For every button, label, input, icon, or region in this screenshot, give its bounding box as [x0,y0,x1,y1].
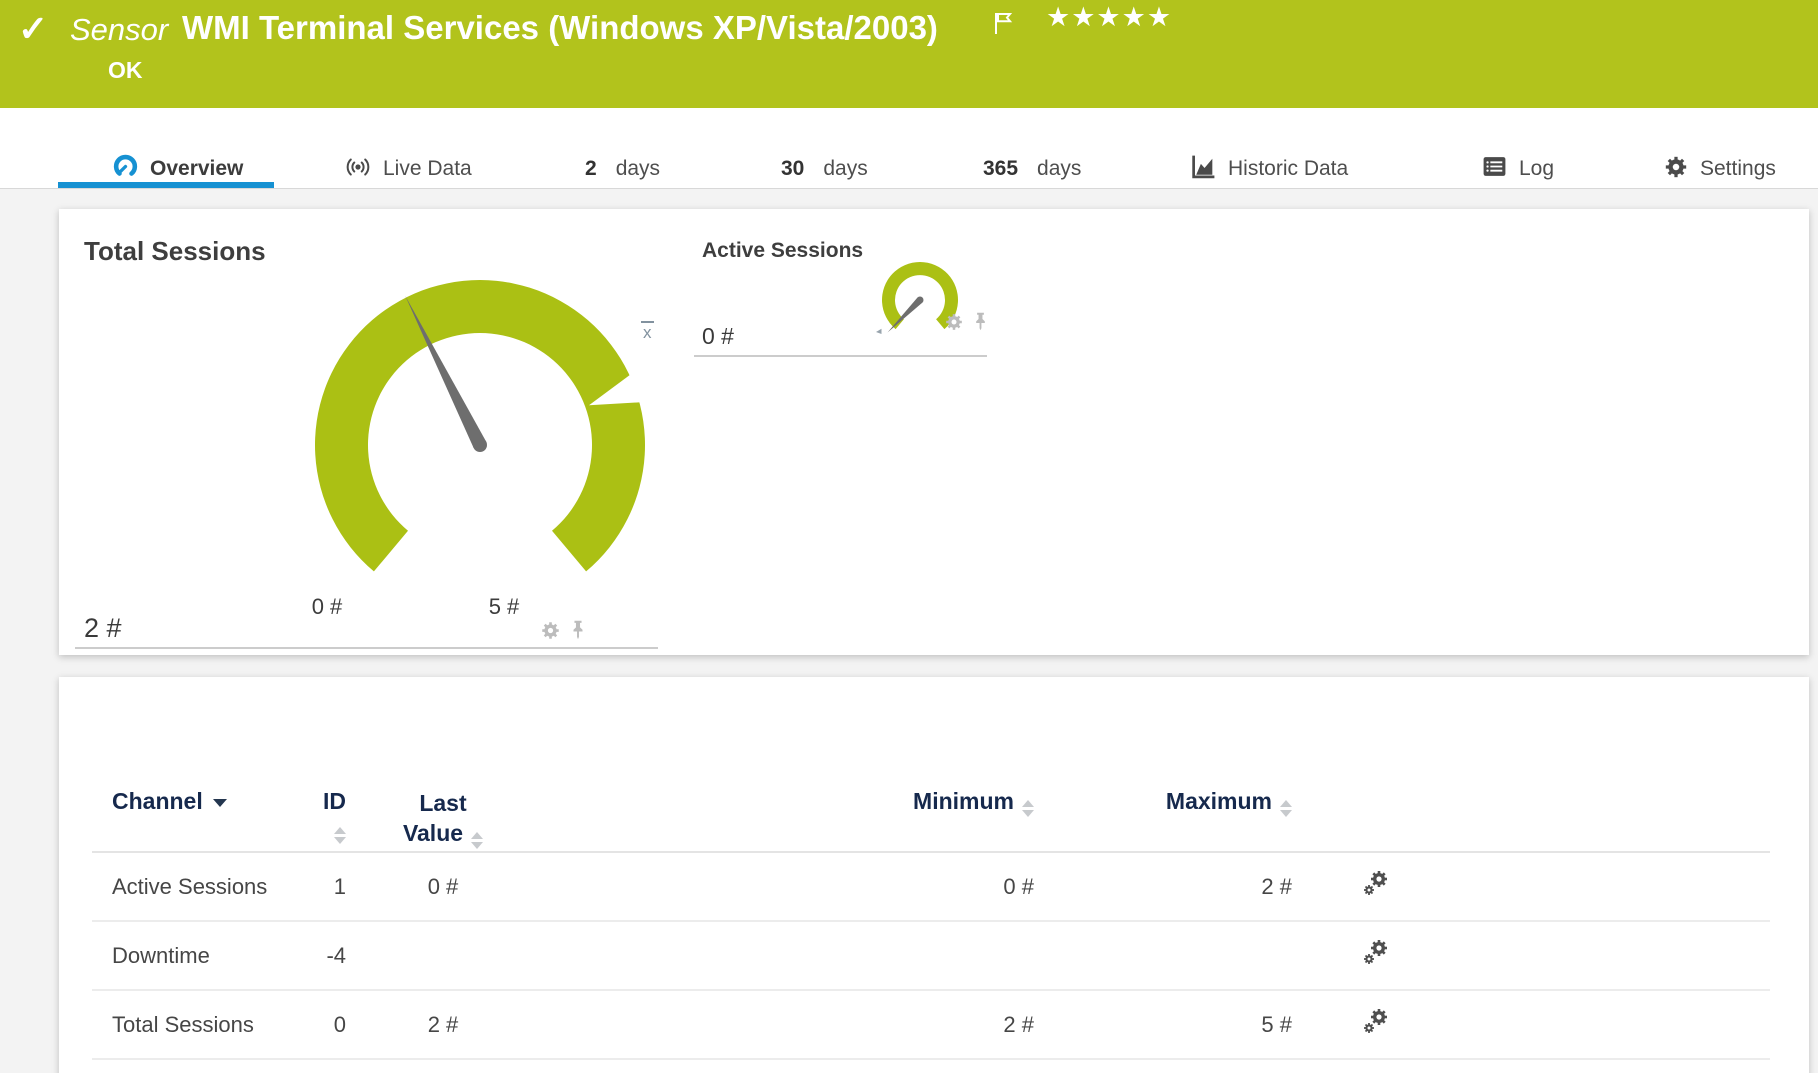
gauge-pin-icon[interactable] [567,619,589,642]
average-marker-label: x [641,321,654,342]
total-sessions-gauge-title: Total Sessions [84,236,266,267]
active-sessions-gauge-title: Active Sessions [702,239,863,263]
channel-id: 0 [310,990,354,1059]
channel-settings-gears-icon[interactable] [1361,1007,1391,1043]
sort-icon [1280,800,1292,817]
log-list-icon [1481,154,1508,184]
column-header-id[interactable]: ID [310,772,354,852]
sort-icon [334,827,346,844]
gear-icon [1663,154,1689,185]
channel-last-value: 0 # [354,852,532,921]
total-sessions-value: 2 # [84,613,122,644]
channel-minimum [532,921,1042,990]
channel-minimum: 2 # [532,990,1042,1059]
gauge-settings-gear-icon[interactable] [944,312,964,332]
sensor-title: WMI Terminal Services (Windows XP/Vista/… [182,9,938,47]
active-tab-indicator [58,182,274,188]
channel-name[interactable]: Total Sessions [92,990,310,1059]
gauge-icon [112,153,139,185]
column-header-actions [1300,772,1452,852]
broadcast-icon [344,154,372,185]
sensor-kind-label: Sensor [70,12,168,48]
gauge-divider [694,355,987,357]
active-sessions-value: 0 # [702,323,734,350]
tab-historic-data[interactable]: Historic Data [1190,152,1348,186]
table-header-row: Channel ID Last Value Minimum [92,772,1770,852]
gauges-card: Total Sessions x 0 # 5 # 2 # [59,209,1809,655]
tab-label: Overview [150,157,243,181]
channels-table: Channel ID Last Value Minimum [92,772,1770,1060]
row-spacer [1452,852,1770,921]
channel-maximum [1042,921,1300,990]
tab-overview[interactable]: Overview [112,152,243,186]
column-header-maximum[interactable]: Maximum [1042,772,1300,852]
sensor-overview-page: ✓ Sensor WMI Terminal Services (Windows … [0,0,1818,1073]
area-chart-icon [1190,153,1217,185]
tab-label: Live Data [383,157,472,181]
tab-30-days[interactable]: 30 days [781,152,868,186]
sorted-desc-icon [213,799,227,807]
column-header-channel[interactable]: Channel [92,772,310,852]
tab-settings[interactable]: Settings [1663,152,1776,186]
tab-365-days[interactable]: 365 days [983,152,1081,186]
channel-id: 1 [310,852,354,921]
channel-id: -4 [310,921,354,990]
channel-maximum: 2 # [1042,852,1300,921]
channel-settings-gears-icon[interactable] [1361,869,1391,905]
channel-settings-gears-icon[interactable] [1361,938,1391,974]
sort-icon [1022,800,1034,817]
tab-label: Log [1519,157,1554,181]
tab-label: days [1037,157,1081,181]
row-spacer [1452,990,1770,1059]
gauge-pin-icon[interactable] [970,311,991,333]
priority-stars[interactable]: ★★★★★ [1046,2,1172,33]
tab-label: days [616,157,660,181]
flag-icon[interactable] [990,10,1016,36]
tab-number: 2 [585,157,597,181]
column-header-spacer [1452,772,1770,852]
tab-label: days [823,157,867,181]
tab-label: Historic Data [1228,157,1348,181]
active-sessions-gauge [870,250,970,350]
gauge-max-label: 5 # [474,594,534,620]
column-header-last-value[interactable]: Last Value [354,772,532,852]
channel-name[interactable]: Active Sessions [92,852,310,921]
gauge-divider [75,647,658,649]
gauge-min-label: 0 # [297,594,357,620]
table-row[interactable]: Downtime -4 [92,921,1770,990]
sensor-header: ✓ Sensor WMI Terminal Services (Windows … [0,0,1818,108]
status-check-icon: ✓ [18,8,48,50]
sort-icon [471,832,483,849]
tab-number: 365 [983,157,1018,181]
tab-number: 30 [781,157,804,181]
tab-bar: Overview Live Data 2 days 30 days 365 days [0,108,1818,189]
column-header-minimum[interactable]: Minimum [532,772,1042,852]
channel-last-value: 2 # [354,990,532,1059]
channel-last-value [354,921,532,990]
channel-name[interactable]: Downtime [92,921,310,990]
channel-minimum: 0 # [532,852,1042,921]
table-row[interactable]: Total Sessions 0 2 # 2 # 5 # [92,990,1770,1059]
tab-2-days[interactable]: 2 days [585,152,660,186]
gauge-settings-gear-icon[interactable] [540,620,561,641]
sensor-status-text: OK [108,57,143,84]
total-sessions-gauge [299,259,699,589]
table-row[interactable]: Active Sessions 1 0 # 0 # 2 # [92,852,1770,921]
gauge-average-marker [876,329,882,334]
tab-label: Settings [1700,157,1776,181]
row-spacer [1452,921,1770,990]
channel-maximum: 5 # [1042,990,1300,1059]
tab-live-data[interactable]: Live Data [344,152,472,186]
channels-card: Channel ID Last Value Minimum [59,677,1809,1073]
tab-log[interactable]: Log [1481,152,1554,186]
